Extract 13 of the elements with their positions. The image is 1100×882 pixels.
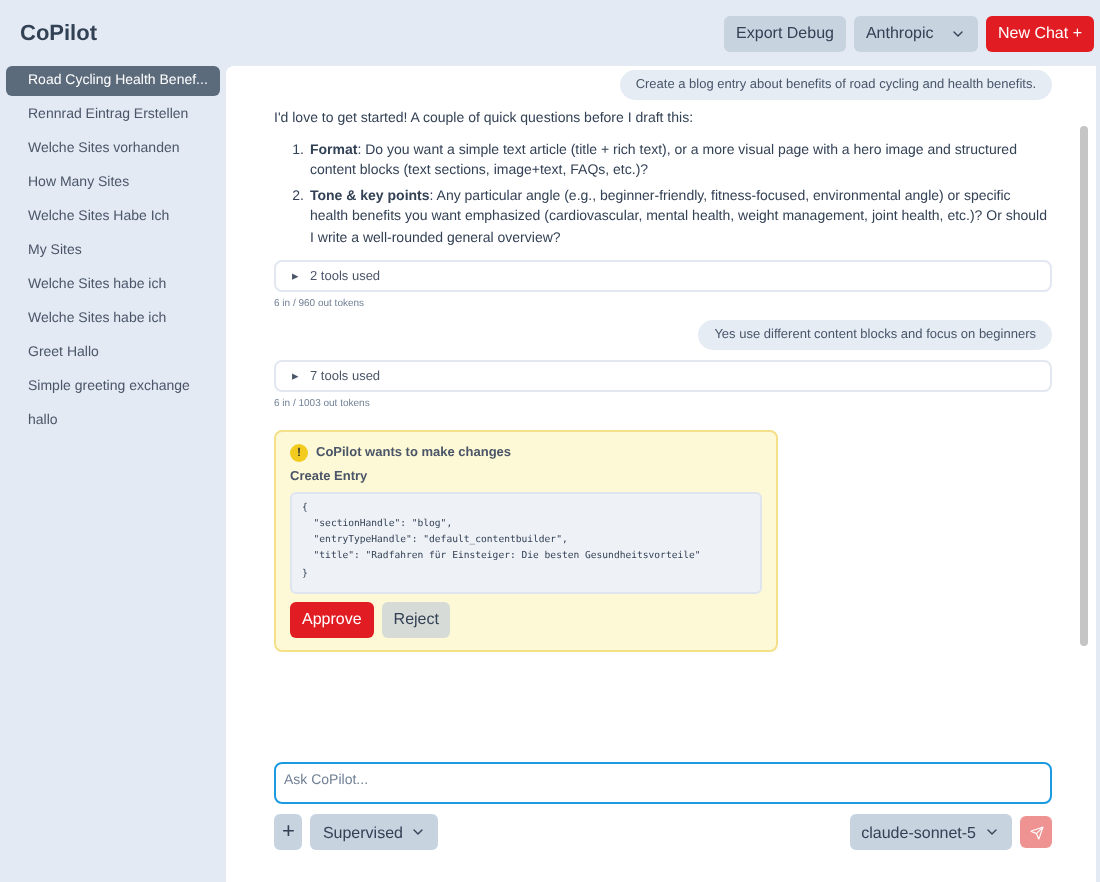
- reject-button[interactable]: Reject: [381, 601, 451, 638]
- export-debug-button[interactable]: Export Debug: [724, 15, 846, 51]
- mode-select[interactable]: Supervised: [310, 814, 439, 850]
- app-title: CoPilot: [20, 21, 99, 45]
- scrollbar-thumb[interactable]: [1080, 126, 1088, 646]
- model-select[interactable]: claude-sonnet-5: [849, 814, 1012, 850]
- chevron-icon: [410, 824, 427, 840]
- add-button[interactable]: +: [274, 814, 303, 850]
- send-icon: [1029, 825, 1043, 839]
- provider-select[interactable]: Anthropic: [853, 15, 978, 51]
- chevron-icon: [984, 824, 1000, 840]
- new-chat-button[interactable]: New Chat +: [985, 15, 1094, 51]
- approve-button[interactable]: Approve: [290, 601, 374, 638]
